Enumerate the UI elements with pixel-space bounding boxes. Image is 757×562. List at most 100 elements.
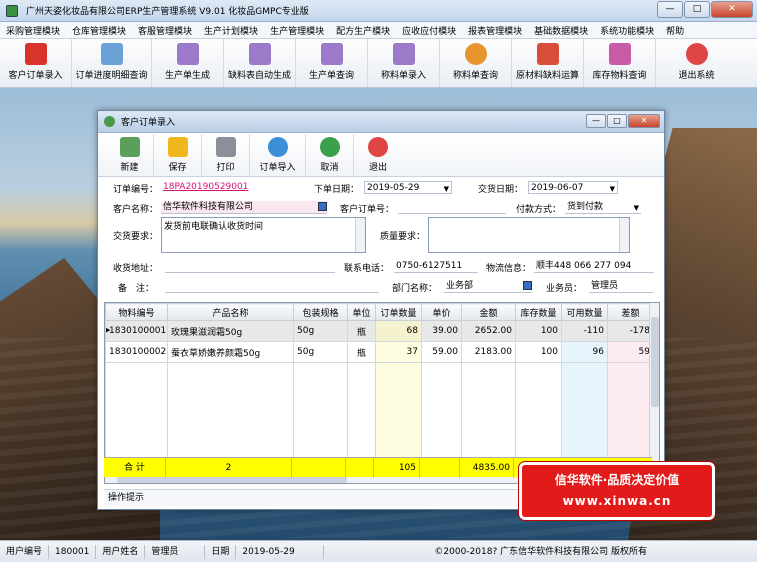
child-title-bar: 客户订单录入 — □ ✕ bbox=[98, 111, 664, 133]
menu-production[interactable]: 生产管理模块 bbox=[264, 24, 330, 37]
cell-stock-qty[interactable]: 100 bbox=[515, 341, 562, 363]
cell-material-code[interactable]: 1830100001 bbox=[105, 320, 168, 342]
production-order-query-button[interactable]: 生产单查询 bbox=[296, 39, 368, 87]
quality-req-scrollbar[interactable] bbox=[619, 218, 629, 252]
import-icon bbox=[267, 137, 288, 157]
delivery-date-field[interactable]: 2019-06-07 bbox=[528, 181, 618, 194]
cell-package-spec[interactable]: 50g bbox=[293, 341, 348, 363]
order-progress-query-button[interactable]: 订单进度明细查询 bbox=[72, 39, 152, 87]
cancel-button[interactable]: 取消 bbox=[306, 134, 354, 176]
weighing-order-entry-button[interactable]: 称料单录入 bbox=[368, 39, 440, 87]
phone-field[interactable]: 0750-6127511 bbox=[394, 260, 478, 273]
cell-difference[interactable]: -178 bbox=[607, 320, 654, 342]
cell-difference[interactable]: 59 bbox=[607, 341, 654, 363]
cell-unit[interactable]: 瓶 bbox=[347, 320, 376, 342]
cell-product-name[interactable]: 蚕衣草娇嫩养颜霜50g bbox=[167, 341, 294, 363]
save-icon bbox=[167, 137, 188, 157]
header-unit-price[interactable]: 单价 bbox=[421, 303, 462, 321]
cell-unit-price[interactable]: 39.00 bbox=[421, 320, 462, 342]
grid-vertical-scrollbar[interactable] bbox=[649, 303, 659, 469]
delivery-req-textarea[interactable]: 发货前电联确认收货时间 bbox=[161, 217, 366, 253]
customer-order-entry-button[interactable]: 客户订单录入 bbox=[0, 39, 72, 87]
feather-pen-icon bbox=[392, 43, 415, 65]
logistics-field[interactable]: 顺丰448 066 277 094 bbox=[534, 260, 654, 273]
cell-available-qty[interactable]: 96 bbox=[561, 341, 608, 363]
cell-order-qty[interactable]: 68 bbox=[375, 320, 422, 342]
window-controls: — □ ✕ bbox=[657, 1, 753, 18]
header-package-spec[interactable]: 包装规格 bbox=[293, 303, 348, 321]
order-import-button[interactable]: 订单导入 bbox=[250, 134, 306, 176]
banner-slogan: 信华软件·品质决定价值 bbox=[554, 473, 680, 487]
menu-production-plan[interactable]: 生产计划模块 bbox=[198, 24, 264, 37]
status-bar: 用户编号 180001 用户姓名 管理员 日期 2019-05-29 ©2000… bbox=[0, 540, 757, 562]
maximize-button[interactable]: □ bbox=[684, 1, 710, 18]
close-button[interactable]: ✕ bbox=[711, 1, 753, 18]
header-order-qty[interactable]: 订单数量 bbox=[375, 303, 422, 321]
dept-field[interactable]: 业务部 bbox=[444, 280, 532, 293]
save-button[interactable]: 保存 bbox=[154, 134, 202, 176]
header-amount[interactable]: 金额 bbox=[461, 303, 516, 321]
promo-banner: 信华软件·品质决定价值 www.xinwa.cn bbox=[518, 461, 716, 521]
menu-accounts[interactable]: 应收应付模块 bbox=[396, 24, 462, 37]
table-row[interactable]: 1830100001 玫瑰果滋润霜50g 50g 瓶 68 39.00 2652… bbox=[105, 320, 654, 342]
cell-material-code[interactable]: 1830100002 bbox=[105, 341, 168, 363]
address-field[interactable] bbox=[165, 260, 335, 273]
status-user-id-label: 用户编号 bbox=[0, 544, 50, 559]
exit-button[interactable]: 退出 bbox=[354, 134, 402, 176]
cell-stock-qty[interactable]: 100 bbox=[515, 320, 562, 342]
payment-field[interactable]: 货到付款 bbox=[565, 201, 641, 214]
customer-order-no-field[interactable] bbox=[398, 201, 506, 214]
menu-purchase[interactable]: 采购管理模块 bbox=[0, 24, 66, 37]
menu-customer-service[interactable]: 客服管理模块 bbox=[132, 24, 198, 37]
customer-field[interactable]: 信华软件科技有限公司 bbox=[161, 201, 327, 214]
material-shortage-calc-button[interactable]: 原材料缺料运算 bbox=[512, 39, 584, 87]
cell-unit[interactable]: 瓶 bbox=[347, 341, 376, 363]
remark-field[interactable] bbox=[165, 280, 379, 293]
cell-product-name[interactable]: 玫瑰果滋润霜50g bbox=[167, 320, 294, 342]
child-minimize-button[interactable]: — bbox=[586, 114, 606, 128]
app-title-bar: 广州天姿化妆品有限公司ERP生产管理系统 V9.01 化妆品GMPC专业版 — … bbox=[0, 0, 757, 22]
header-stock-qty[interactable]: 库存数量 bbox=[515, 303, 562, 321]
menu-formula[interactable]: 配方生产模块 bbox=[330, 24, 396, 37]
menu-warehouse[interactable]: 仓库管理模块 bbox=[66, 24, 132, 37]
shortage-table-generate-button[interactable]: 缺料表自动生成 bbox=[224, 39, 296, 87]
header-difference[interactable]: 差额 bbox=[607, 303, 654, 321]
header-product-name[interactable]: 产品名称 bbox=[167, 303, 294, 321]
child-window-controls: — □ ✕ bbox=[586, 114, 660, 128]
menu-base-data[interactable]: 基础数据模块 bbox=[528, 24, 594, 37]
dept-lookup-icon[interactable] bbox=[523, 281, 532, 290]
production-order-generate-button[interactable]: 生产单生成 bbox=[152, 39, 224, 87]
delivery-date-label: 交货日期： bbox=[478, 185, 524, 195]
header-available-qty[interactable]: 可用数量 bbox=[561, 303, 608, 321]
weighing-order-query-button[interactable]: 称料单查询 bbox=[440, 39, 512, 87]
child-maximize-button[interactable]: □ bbox=[607, 114, 627, 128]
menu-help[interactable]: 帮助 bbox=[660, 24, 690, 37]
cell-amount[interactable]: 2652.00 bbox=[461, 320, 516, 342]
customer-lookup-icon[interactable] bbox=[318, 202, 327, 211]
order-no-value[interactable]: 18PA20190529001 bbox=[161, 181, 271, 194]
cell-order-qty[interactable]: 37 bbox=[375, 341, 422, 363]
salesman-field[interactable]: 管理员 bbox=[589, 280, 653, 293]
cell-amount[interactable]: 2183.00 bbox=[461, 341, 516, 363]
inventory-query-button[interactable]: 库存物料查询 bbox=[584, 39, 656, 87]
cell-unit-price[interactable]: 59.00 bbox=[421, 341, 462, 363]
feather-pen-icon bbox=[320, 43, 343, 65]
undo-icon bbox=[319, 137, 340, 157]
order-date-field[interactable]: 2019-05-29 bbox=[364, 181, 452, 194]
header-unit[interactable]: 单位 bbox=[347, 303, 376, 321]
menu-system[interactable]: 系统功能模块 bbox=[594, 24, 660, 37]
new-button[interactable]: 新建 bbox=[106, 134, 154, 176]
minimize-button[interactable]: — bbox=[657, 1, 683, 18]
cell-available-qty[interactable]: -110 bbox=[561, 320, 608, 342]
child-close-button[interactable]: ✕ bbox=[628, 114, 660, 128]
grid-vscroll-thumb[interactable] bbox=[651, 317, 659, 407]
exit-system-button[interactable]: 退出系统 bbox=[656, 39, 737, 87]
cell-package-spec[interactable]: 50g bbox=[293, 320, 348, 342]
table-row[interactable]: 1830100002 蚕衣草娇嫩养颜霜50g 50g 瓶 37 59.00 21… bbox=[105, 341, 654, 363]
print-button[interactable]: 打印 bbox=[202, 134, 250, 176]
status-user-name-value: 管理员 bbox=[145, 544, 206, 559]
menu-reports[interactable]: 报表管理模块 bbox=[462, 24, 528, 37]
header-material-code[interactable]: 物料编号 bbox=[105, 303, 168, 321]
delivery-req-scrollbar[interactable] bbox=[355, 218, 365, 252]
quality-req-textarea[interactable] bbox=[428, 217, 630, 253]
